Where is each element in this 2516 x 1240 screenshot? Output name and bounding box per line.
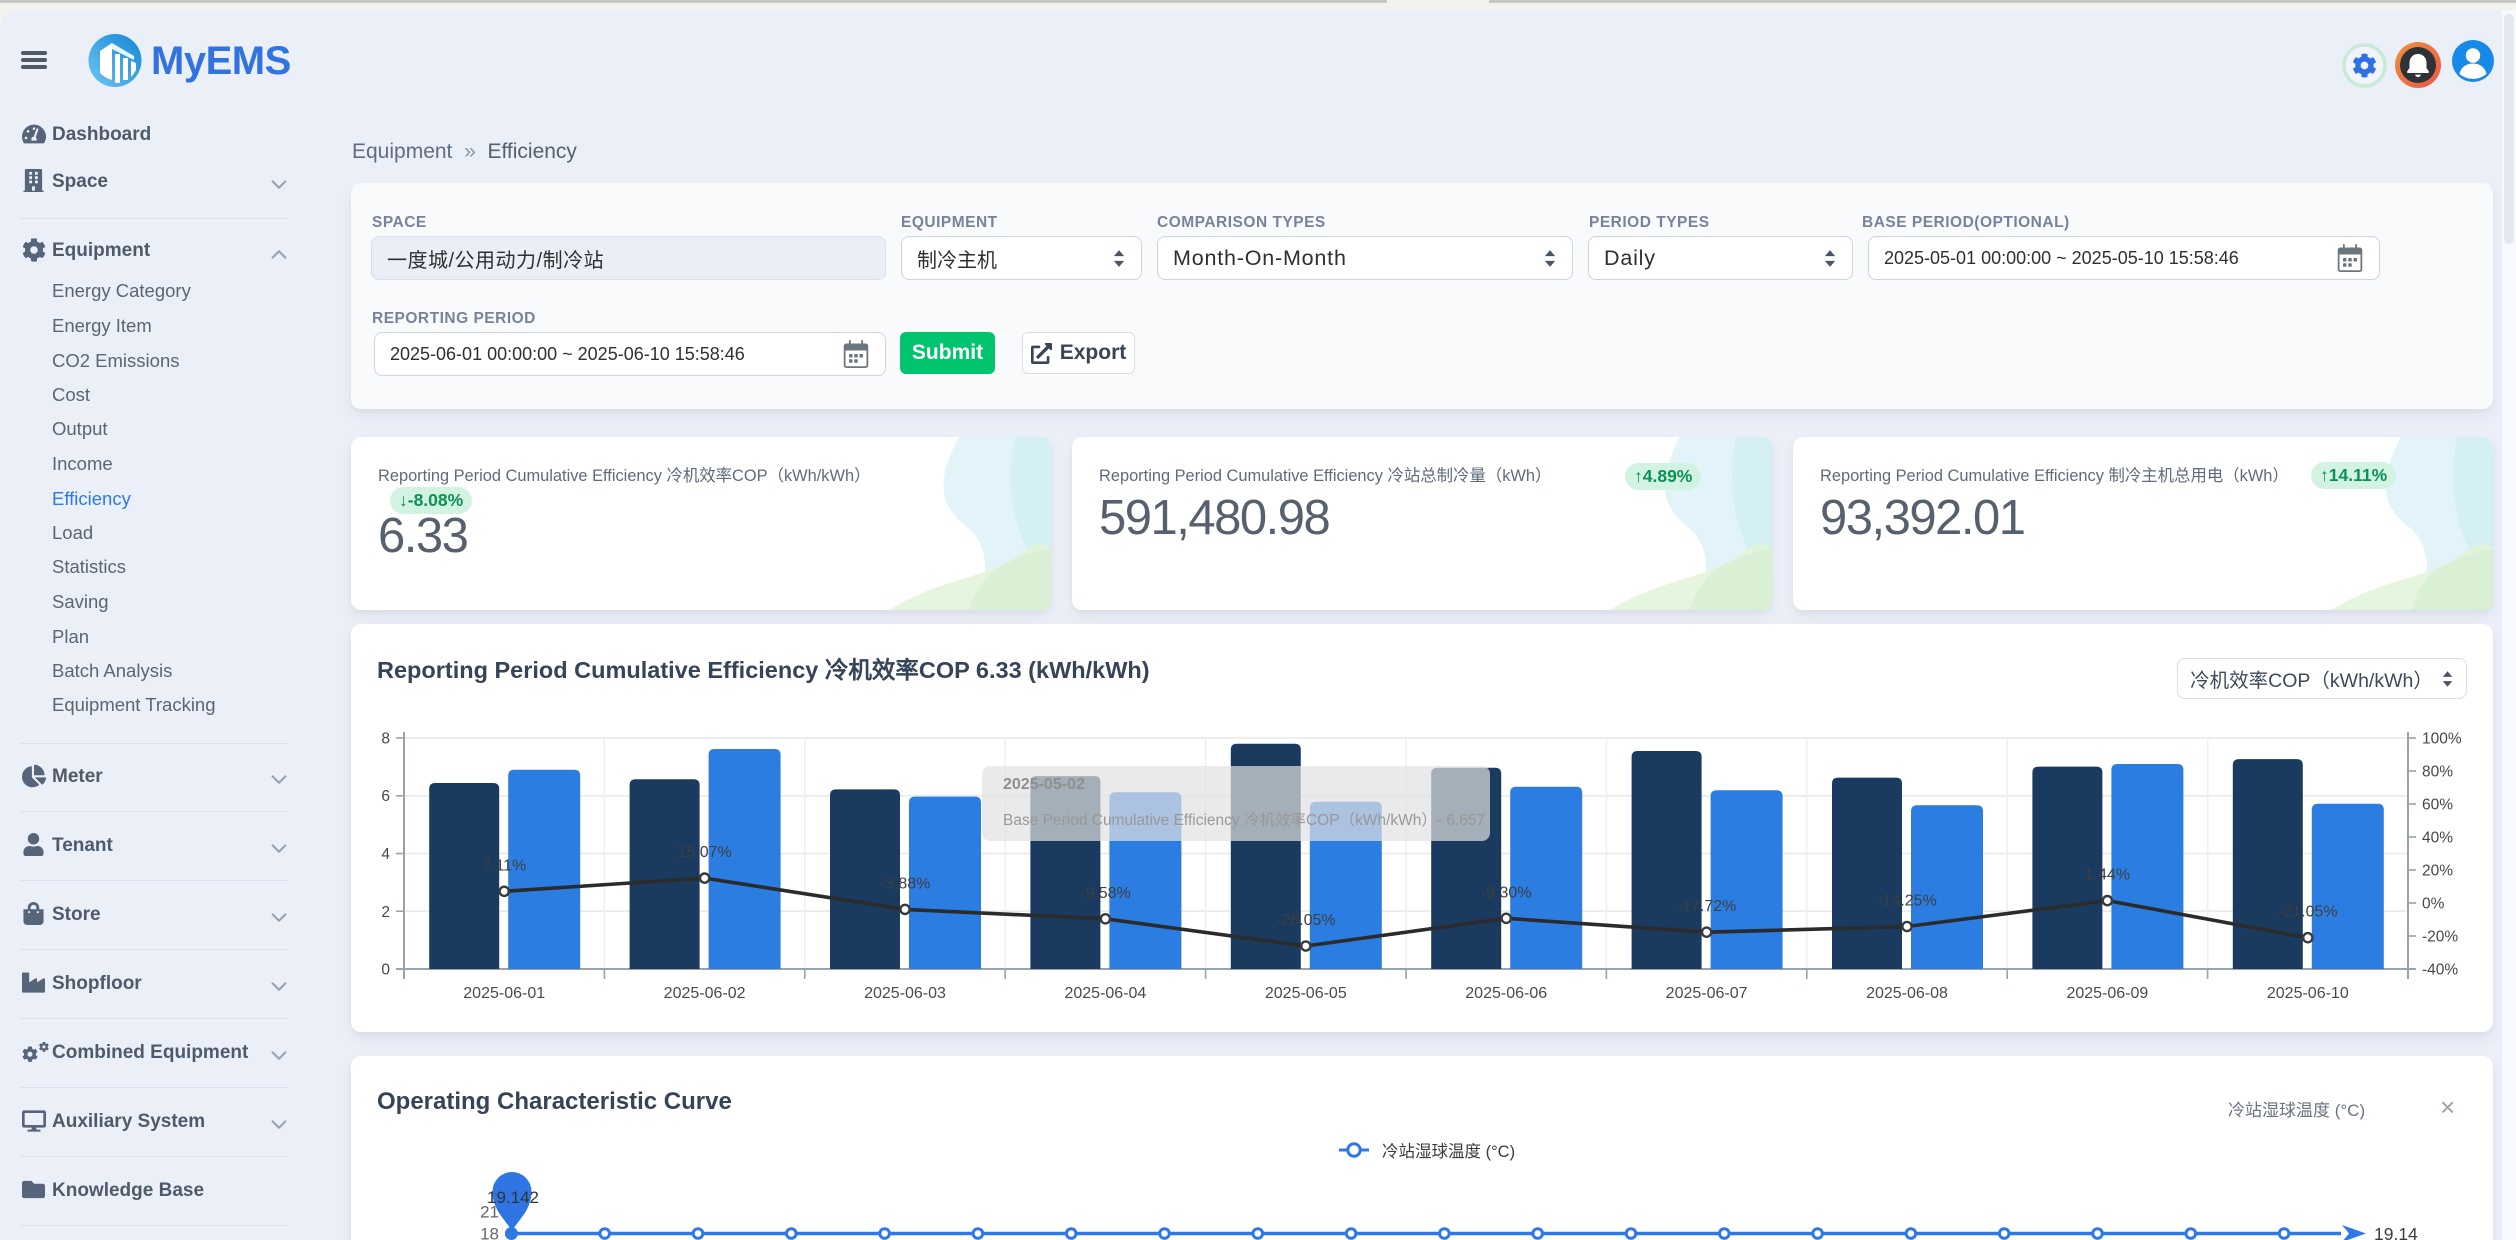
svg-text:-40%: -40% bbox=[2422, 962, 2458, 979]
svg-text:20%: 20% bbox=[2422, 863, 2453, 880]
svg-text:-20%: -20% bbox=[2422, 929, 2458, 946]
svg-text:2025-06-10: 2025-06-10 bbox=[2267, 985, 2349, 1002]
svg-text:2025-06-06: 2025-06-06 bbox=[1465, 985, 1547, 1002]
svg-text:19.14: 19.14 bbox=[2374, 1224, 2418, 1240]
svg-text:60%: 60% bbox=[2422, 797, 2453, 814]
svg-text:2025-06-09: 2025-06-09 bbox=[2066, 985, 2148, 1002]
svg-text:40%: 40% bbox=[2422, 830, 2453, 847]
svg-text:21: 21 bbox=[480, 1203, 499, 1222]
svg-text:2025-06-08: 2025-06-08 bbox=[1866, 985, 1948, 1002]
svg-text:-17.72%: -17.72% bbox=[1677, 898, 1737, 915]
svg-text:-14.25%: -14.25% bbox=[1877, 893, 1937, 910]
svg-text:2025-06-02: 2025-06-02 bbox=[664, 985, 746, 1002]
svg-text:2025-06-01: 2025-06-01 bbox=[463, 985, 545, 1002]
svg-text:4: 4 bbox=[381, 846, 390, 863]
svg-text:-9.30%: -9.30% bbox=[1481, 884, 1532, 901]
svg-text:1.44%: 1.44% bbox=[2085, 867, 2130, 884]
svg-text:0: 0 bbox=[381, 962, 390, 979]
svg-text:-26.05%: -26.05% bbox=[1276, 912, 1336, 929]
svg-text:15.07%: 15.07% bbox=[677, 844, 731, 861]
svg-text:2025-06-03: 2025-06-03 bbox=[864, 985, 946, 1002]
svg-text:100%: 100% bbox=[2422, 731, 2462, 748]
svg-text:2025-06-07: 2025-06-07 bbox=[1666, 985, 1748, 1002]
svg-text:-3.88%: -3.88% bbox=[880, 875, 931, 892]
svg-text:2025-06-04: 2025-06-04 bbox=[1064, 985, 1146, 1002]
svg-text:8: 8 bbox=[381, 731, 390, 748]
svg-text:0%: 0% bbox=[2422, 896, 2445, 913]
svg-text:2: 2 bbox=[381, 904, 390, 921]
svg-text:18: 18 bbox=[480, 1225, 499, 1240]
svg-text:-21.05%: -21.05% bbox=[2278, 904, 2338, 921]
svg-text:7.11%: 7.11% bbox=[482, 857, 526, 874]
svg-text:-9.58%: -9.58% bbox=[1080, 885, 1131, 902]
svg-text:冷站湿球温度 (°C): 冷站湿球温度 (°C) bbox=[1382, 1142, 1515, 1161]
svg-text:80%: 80% bbox=[2422, 764, 2453, 781]
svg-text:6: 6 bbox=[381, 788, 390, 805]
svg-text:2025-06-05: 2025-06-05 bbox=[1265, 985, 1347, 1002]
